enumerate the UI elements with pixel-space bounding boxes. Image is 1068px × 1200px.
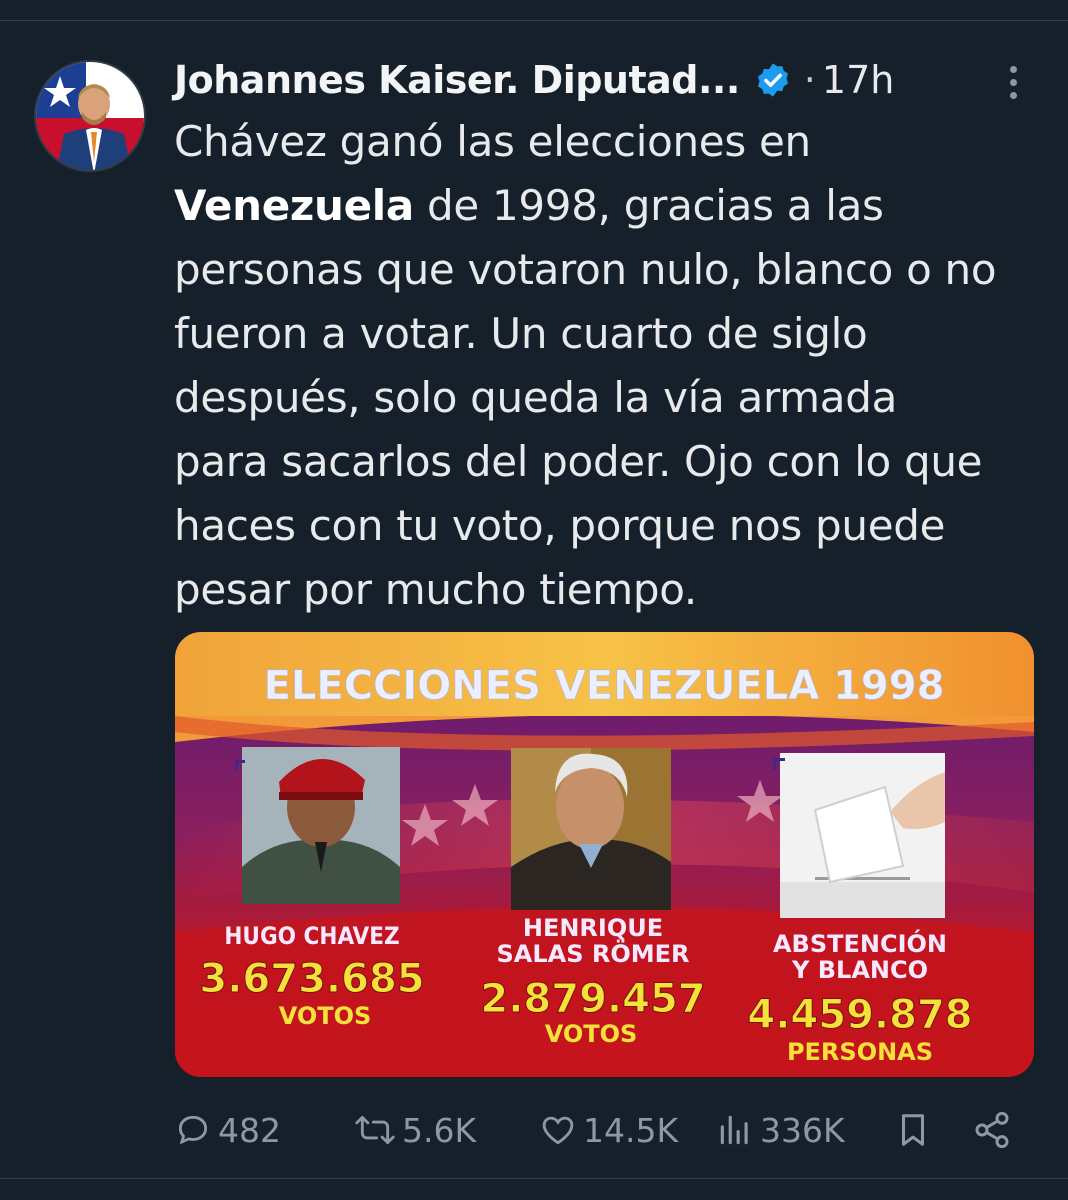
candidate-2-name-line2: SALAS RÖMER	[496, 938, 689, 968]
candidate-3-name-line1: ABSTENCIÓN	[773, 928, 947, 958]
views-button[interactable]: 336K	[716, 1108, 845, 1152]
retweet-count: 5.6K	[402, 1110, 477, 1150]
candidate-3-name-line2: Y BLANCO	[791, 956, 928, 984]
henrique-salas-romer-photo	[511, 748, 671, 910]
bookmark-icon	[901, 1114, 925, 1146]
top-divider	[0, 20, 1068, 21]
candidate-3-unit: PERSONAS	[787, 1038, 933, 1066]
tweet-text-line: Chávez ganó las elecciones en	[174, 117, 811, 166]
share-icon	[975, 1111, 1009, 1149]
like-count: 14.5K	[583, 1110, 679, 1150]
election-infographic: ELECCIONES VENEZUELA 1998 HUGO CHAVEZ 3.…	[175, 632, 1034, 1077]
tweet-text-line: fueron a votar. Un cuarto de siglo	[174, 309, 868, 358]
reply-button[interactable]: 482	[174, 1108, 281, 1152]
tweet-time[interactable]: 17h	[822, 58, 894, 102]
reply-count: 482	[218, 1110, 281, 1150]
share-button[interactable]	[972, 1108, 1018, 1152]
tweet-header: Johannes Kaiser. Diputad... · 17h	[174, 52, 894, 108]
candidate-2-value: 2.879.457	[480, 976, 705, 1022]
reply-icon	[178, 1115, 208, 1145]
ballot-box-photo	[773, 753, 945, 918]
hashtag-venezuela: Venezuela	[174, 181, 414, 230]
tweet-text-line: Venezuela de 1998, gracias a las	[174, 181, 884, 230]
author-avatar[interactable]	[34, 60, 146, 172]
hugo-chavez-photo	[235, 747, 400, 904]
header-separator: ·	[803, 58, 816, 102]
tweet-media-image[interactable]: ELECCIONES VENEZUELA 1998 HUGO CHAVEZ 3.…	[175, 632, 1034, 1077]
views-icon	[720, 1115, 748, 1145]
avatar-image	[36, 62, 144, 170]
retweet-icon	[355, 1115, 395, 1145]
tweet-text-line: después, solo queda la vía armada	[174, 373, 898, 422]
author-name[interactable]: Johannes Kaiser. Diputad...	[174, 58, 740, 102]
tweet-actions: 482 5.6K 14.5K 336K	[174, 1100, 1034, 1160]
verified-badge-icon	[754, 61, 792, 99]
views-count: 336K	[760, 1110, 845, 1150]
candidate-1-unit: VOTOS	[279, 1002, 372, 1030]
tweet-text-line: pesar por mucho tiempo.	[174, 565, 697, 614]
more-options-icon[interactable]	[1000, 62, 1026, 102]
candidate-1-name: HUGO CHAVEZ	[224, 922, 399, 950]
tweet-text: Chávez ganó las elecciones en Venezuela …	[174, 110, 1054, 622]
infographic-title: ELECCIONES VENEZUELA 1998	[264, 663, 945, 709]
candidate-3-value: 4.459.878	[747, 992, 972, 1038]
bookmark-button[interactable]	[894, 1108, 938, 1152]
tweet-text-line: haces con tu voto, porque nos puede	[174, 501, 946, 550]
retweet-button[interactable]: 5.6K	[354, 1108, 476, 1152]
candidate-2-name-line1: HENRIQUE	[523, 914, 663, 942]
tweet-text-line: para sacarlos del poder. Ojo con lo que	[174, 437, 983, 486]
candidate-2-unit: VOTOS	[545, 1020, 638, 1048]
like-button[interactable]: 14.5K	[539, 1108, 678, 1152]
tweet-text-line: personas que votaron nulo, blanco o no	[174, 245, 997, 294]
bottom-divider	[0, 1178, 1068, 1179]
heart-icon	[542, 1116, 574, 1145]
candidate-1-value: 3.673.685	[199, 956, 424, 1002]
